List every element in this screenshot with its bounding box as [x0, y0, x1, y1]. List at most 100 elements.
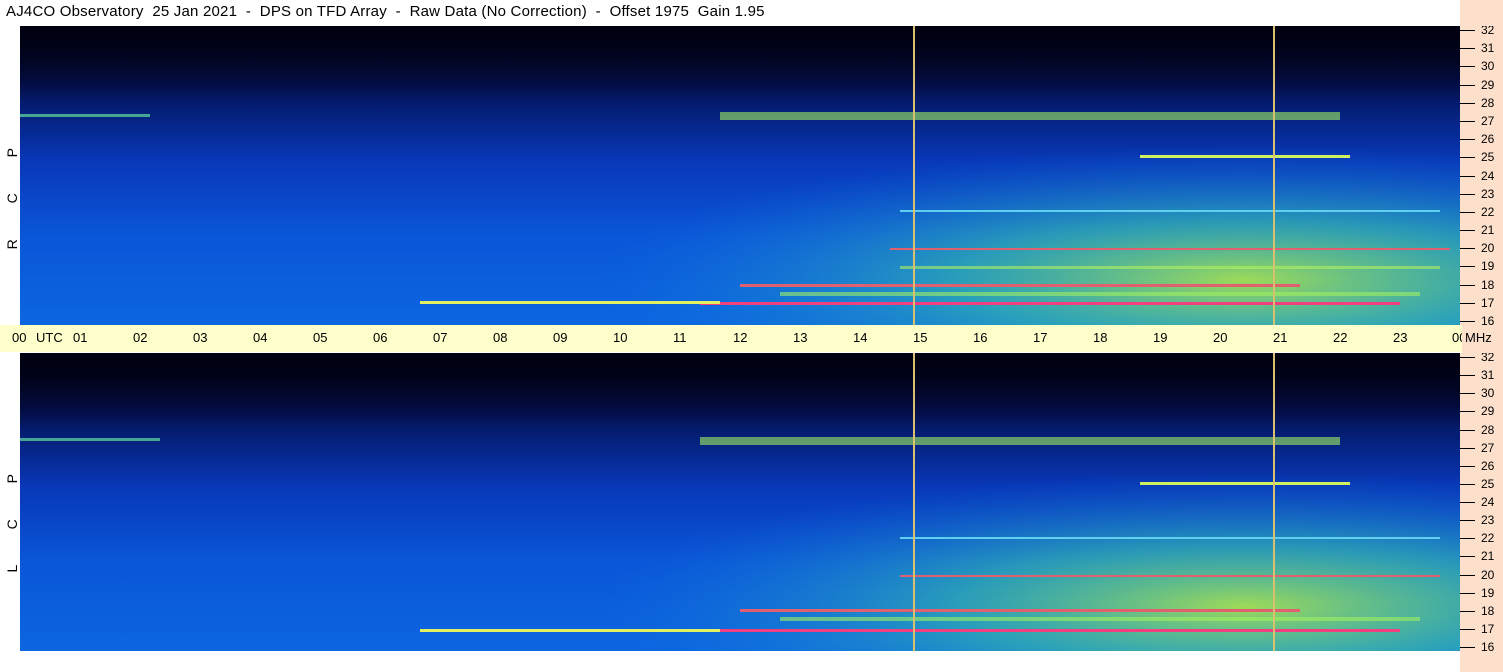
time-label: 15: [913, 330, 928, 345]
lcp-spectrogram-svg: [20, 353, 1460, 651]
rcp-frequency-axis: 32 31 30 29 28 27 26 25 24 23 22 21 20 19 18 17 16: [1460, 23, 1503, 328]
frequency-tick: [1460, 574, 1475, 576]
rcp-panel-label: R C P: [4, 132, 20, 250]
frequency-label: 24: [1481, 495, 1495, 509]
time-marker-line: [913, 353, 915, 651]
time-label: 00: [12, 330, 27, 345]
frequency-label: 28: [1481, 422, 1495, 437]
time-label: 22: [1333, 330, 1348, 345]
frequency-tick: [1460, 538, 1475, 540]
time-label: 18: [1093, 330, 1108, 345]
rcp-spectrogram-svg: [20, 26, 1460, 325]
frequency-tick: [1460, 556, 1475, 558]
frequency-label: 21: [1481, 549, 1495, 564]
utc-label: UTC: [36, 330, 63, 345]
time-label: 17: [1033, 330, 1048, 345]
frequency-tick: [1460, 30, 1475, 31]
frequency-label: 29: [1481, 77, 1495, 92]
frequency-tick: [1460, 393, 1475, 395]
time-label: 10: [613, 330, 628, 345]
frequency-tick: [1460, 284, 1475, 286]
time-label: 04: [253, 330, 268, 345]
time-label: 03: [193, 330, 208, 345]
time-label: 20: [1213, 330, 1228, 345]
time-marker-line: [1273, 26, 1275, 325]
frequency-label: 28: [1481, 95, 1495, 110]
lcp-frequency-axis: 32 31 30 29 28 27 26 25 24 23 22 21 20 19 18 17 16: [1460, 350, 1503, 654]
time-label: 21: [1273, 330, 1288, 345]
frequency-tick: [1460, 211, 1475, 213]
frequency-label: 18: [1481, 603, 1495, 618]
time-label: 07: [433, 330, 448, 345]
time-label: 19: [1153, 330, 1168, 345]
frequency-tick: [1460, 610, 1475, 612]
frequency-tick: [1460, 302, 1475, 304]
frequency-label: 26: [1481, 132, 1495, 147]
frequency-label: 21: [1481, 223, 1495, 238]
frequency-tick: [1460, 102, 1475, 104]
time-marker-line: [913, 26, 915, 325]
time-label: 02: [133, 330, 148, 345]
frequency-label: 20: [1481, 567, 1495, 582]
frequency-tick: [1460, 48, 1475, 50]
frequency-label: 30: [1481, 59, 1495, 74]
frequency-label: 17: [1481, 621, 1495, 636]
frequency-tick: [1460, 447, 1475, 449]
frequency-tick: [1460, 230, 1475, 232]
frequency-tick: [1460, 375, 1475, 377]
frequency-label: 30: [1481, 386, 1495, 401]
axis-corner-bottom: [1460, 651, 1503, 672]
frequency-tick: [1460, 647, 1475, 648]
frequency-label: 31: [1481, 368, 1495, 383]
axis-corner-top: [1460, 0, 1503, 26]
lcp-spectrogram[interactable]: [20, 353, 1460, 651]
frequency-tick: [1460, 628, 1475, 630]
frequency-label: 22: [1481, 531, 1495, 546]
time-label: 11: [673, 330, 687, 345]
frequency-tick: [1460, 120, 1475, 122]
frequency-tick: [1460, 429, 1475, 431]
frequency-tick: [1460, 157, 1475, 159]
frequency-tick: [1460, 520, 1475, 522]
frequency-tick: [1460, 248, 1475, 250]
frequency-label: 19: [1481, 259, 1495, 274]
frequency-label: 25: [1481, 150, 1495, 165]
frequency-tick: [1460, 84, 1475, 86]
frequency-tick: [1460, 465, 1475, 467]
frequency-label: 27: [1481, 440, 1495, 455]
frequency-tick: [1460, 502, 1475, 503]
frequency-label: 20: [1481, 241, 1495, 256]
frequency-tick: [1460, 483, 1475, 485]
frequency-label: 19: [1481, 585, 1495, 600]
lcp-panel-label: L C P: [4, 458, 20, 573]
time-label: 06: [373, 330, 388, 345]
time-marker-line: [1273, 353, 1275, 651]
time-label: 23: [1393, 330, 1408, 345]
frequency-label: 24: [1481, 168, 1495, 183]
frequency-label: 31: [1481, 41, 1495, 56]
frequency-tick: [1460, 266, 1475, 268]
time-label: 05: [313, 330, 328, 345]
frequency-label: 29: [1481, 404, 1495, 419]
frequency-tick: [1460, 66, 1475, 68]
frequency-tick: [1460, 175, 1475, 177]
frequency-label: 22: [1481, 204, 1495, 219]
frequency-tick: [1460, 592, 1475, 594]
time-label: 08: [493, 330, 508, 345]
frequency-label: 23: [1481, 513, 1495, 528]
frequency-label: 27: [1481, 113, 1495, 128]
unit-label: MHz: [1465, 330, 1492, 345]
time-label: 14: [853, 330, 868, 345]
time-label: 13: [793, 330, 808, 345]
frequency-label: 17: [1481, 295, 1495, 310]
frequency-label: 18: [1481, 277, 1495, 292]
frequency-tick: [1460, 357, 1475, 358]
frequency-label: 25: [1481, 476, 1495, 491]
frequency-tick: [1460, 321, 1475, 322]
rcp-spectrogram[interactable]: [20, 26, 1460, 325]
frequency-tick: [1460, 193, 1475, 195]
time-axis: 00 01 02 03 04 05 06 07 08 09 10 11 12 13 14 15 16 17 18 19…: [0, 325, 1466, 352]
frequency-tick: [1460, 139, 1475, 141]
time-label: 12: [733, 330, 748, 345]
time-label: 16: [973, 330, 988, 345]
